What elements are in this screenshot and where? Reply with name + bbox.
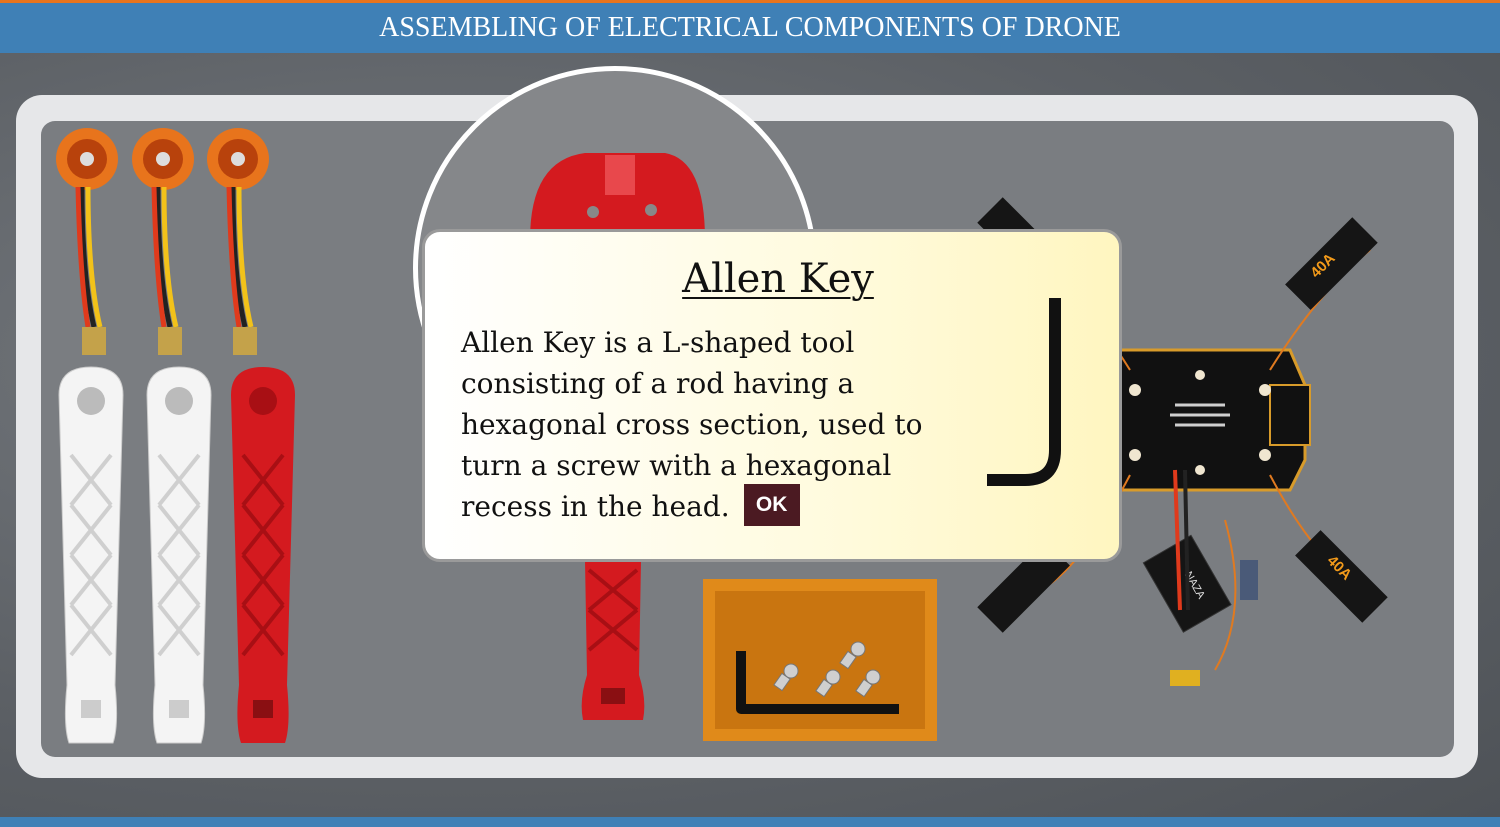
tool-tray[interactable] [703,579,937,741]
page-title: ASSEMBLING OF ELECTRICAL COMPONENTS OF D… [379,12,1121,43]
motor-1[interactable] [52,127,127,357]
arm-white-1[interactable] [55,365,127,745]
ok-button[interactable]: OK [743,483,800,526]
assembly-arm-bottom [581,560,645,720]
dialog-description: Allen Key is a L-shaped tool consisting … [461,326,923,523]
page-header: ASSEMBLING OF ELECTRICAL COMPONENTS OF D… [0,3,1500,53]
motor-2[interactable] [128,127,203,357]
bottom-bar [0,817,1500,827]
assembly-arm-top [530,153,705,240]
allen-key-icon [987,298,1061,486]
arm-white-2[interactable] [143,365,215,745]
arm-red[interactable] [227,365,299,745]
info-dialog: Allen Key Allen Key is a L-shaped tool c… [422,229,1122,562]
motor-3[interactable] [203,127,278,357]
dialog-body: Allen Key is a L-shaped tool consisting … [461,322,961,530]
